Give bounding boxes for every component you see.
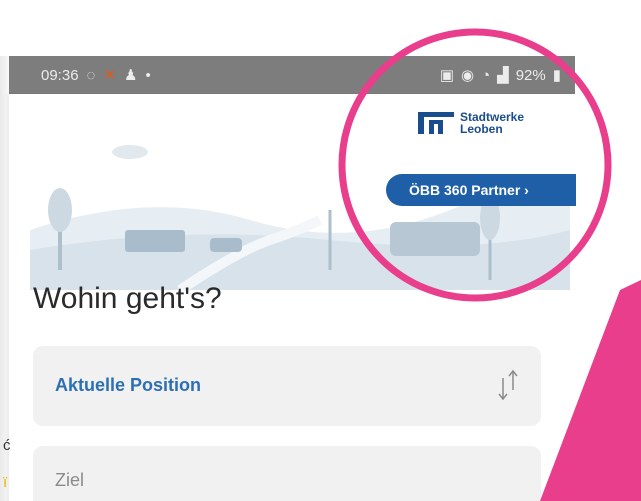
nfc-icon: ▣ (439, 67, 454, 84)
battery-text: 92% (515, 66, 546, 84)
status-left: 09:36 ◌ ✕ ♟ • (41, 66, 151, 85)
app-notification-icon: ✕ (103, 67, 117, 84)
logo-line-2: Leoben (460, 122, 503, 136)
status-time: 09:36 (41, 66, 79, 84)
destination-field[interactable]: Ziel (33, 446, 541, 501)
signal-icon: ▟ (497, 67, 509, 84)
phone-screen: 09:36 ◌ ✕ ♟ • ▣ ◉ ◔ ▟ 92% ▮ Stadtwerke L… (0, 0, 641, 501)
pink-wedge-shape (540, 280, 641, 501)
obb-partner-button[interactable]: ÖBB 360 Partner › (386, 174, 576, 206)
status-bar: 09:36 ◌ ✕ ♟ • ▣ ◉ ◔ ▟ 92% ▮ (9, 56, 575, 94)
person-icon: ♟ (124, 67, 138, 84)
wifi-icon: ◔ (481, 66, 491, 84)
dot-icon: • (145, 66, 151, 84)
origin-field-value: Aktuelle Position (55, 375, 202, 395)
location-icon: ◉ (461, 67, 475, 84)
destination-field-placeholder: Ziel (55, 470, 85, 490)
alarm-icon: ◌ (86, 66, 96, 84)
partner-button-label: ÖBB 360 Partner › (409, 182, 529, 198)
page-title: Wohin geht's? (33, 282, 222, 315)
swap-direction-icon[interactable] (495, 368, 521, 404)
logo-mark-icon (418, 112, 454, 134)
landscape-illustration (30, 145, 570, 290)
edge-glyph-2: ï (3, 474, 8, 491)
origin-field[interactable]: Aktuelle Position (33, 346, 541, 426)
stadtwerke-logo: Stadtwerke Leoben (418, 110, 524, 136)
status-right: ▣ ◉ ◔ ▟ 92% ▮ (439, 66, 561, 85)
logo-text: Stadtwerke Leoben (460, 111, 524, 135)
edge-glyph-1: ć (3, 437, 11, 454)
battery-icon: ▮ (552, 67, 561, 84)
